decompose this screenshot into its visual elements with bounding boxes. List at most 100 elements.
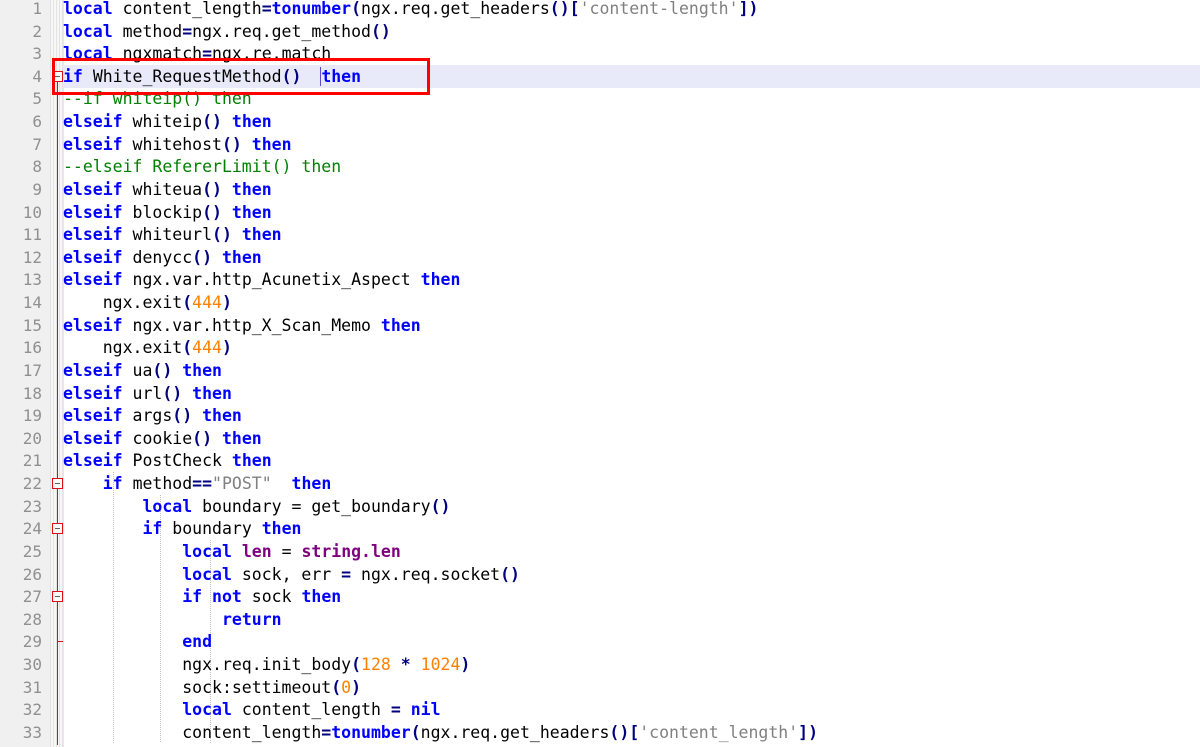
code-text[interactable]: elseif whiteua() then xyxy=(63,178,272,201)
token-op: == xyxy=(192,474,212,493)
line-number: 22 xyxy=(0,472,42,495)
code-line[interactable]: 31 sock:settimeout(0) xyxy=(0,676,1200,699)
code-line[interactable]: 3 local ngxmatch=ngx.re.match xyxy=(0,42,1200,65)
token-kw: local xyxy=(63,0,113,18)
token-id: ngx.exit xyxy=(63,293,182,312)
code-line[interactable]: 10 elseif blockip() then xyxy=(0,201,1200,224)
code-text[interactable]: elseif url() then xyxy=(63,382,232,405)
code-text[interactable]: elseif ngx.var.http_X_Scan_Memo then xyxy=(63,314,421,337)
code-text[interactable]: elseif whitehost() then xyxy=(63,133,292,156)
code-line[interactable]: 13elseif ngx.var.http_Acunetix_Aspect th… xyxy=(0,268,1200,291)
code-text[interactable]: local sock, err = ngx.req.socket() xyxy=(63,563,520,586)
code-line[interactable]: 4 if White_RequestMethod() then xyxy=(0,65,1200,88)
fold-collapse-button[interactable] xyxy=(52,478,63,489)
code-line[interactable]: 16 ngx.exit(444) xyxy=(0,336,1200,359)
code-line[interactable]: 7elseif whitehost() then xyxy=(0,133,1200,156)
line-number: 4 xyxy=(0,65,42,88)
line-number: 6 xyxy=(0,110,42,133)
code-line[interactable]: 19 elseif args() then xyxy=(0,404,1200,427)
code-line[interactable]: 22 if method=="POST" then xyxy=(0,472,1200,495)
code-line[interactable]: 25 local len = string.len xyxy=(0,540,1200,563)
code-text[interactable]: if White_RequestMethod() then xyxy=(63,65,361,88)
code-text[interactable]: elseif whiteip() then xyxy=(63,110,272,133)
line-number: 20 xyxy=(0,427,42,450)
code-text[interactable]: if not sock then xyxy=(63,585,341,608)
code-line[interactable]: 21elseif PostCheck then xyxy=(0,449,1200,472)
code-text[interactable]: --if whiteip() then xyxy=(63,87,252,110)
code-line[interactable]: 6 elseif whiteip() then xyxy=(0,110,1200,133)
code-line[interactable]: 2local method=ngx.req.get_method() xyxy=(0,20,1200,43)
code-text[interactable]: if method=="POST" then xyxy=(63,472,331,495)
code-text[interactable]: elseif ngx.var.http_Acunetix_Aspect then xyxy=(63,268,460,291)
token-id: url xyxy=(133,384,163,403)
token-id xyxy=(113,44,123,63)
code-line[interactable]: 33 content_length=tonumber(ngx.req.get_h… xyxy=(0,721,1200,744)
code-text[interactable]: if boundary then xyxy=(63,517,301,540)
code-line[interactable]: 29 end xyxy=(0,630,1200,653)
token-lib: len xyxy=(242,542,272,561)
code-line[interactable]: 12 elseif denycc() then xyxy=(0,246,1200,269)
code-line[interactable]: 32 local content_length = nil xyxy=(0,698,1200,721)
code-line[interactable]: 20 elseif cookie() then xyxy=(0,427,1200,450)
code-line[interactable]: 23 local boundary = get_boundary() xyxy=(0,495,1200,518)
code-line[interactable]: 26 local sock, err = ngx.req.socket() xyxy=(0,563,1200,586)
code-line[interactable]: 30 ngx.req.init_body(128 * 1024) xyxy=(0,653,1200,676)
code-text[interactable]: ngx.req.init_body(128 * 1024) xyxy=(63,653,470,676)
line-number: 19 xyxy=(0,404,42,427)
code-text[interactable]: elseif ua() then xyxy=(63,359,222,382)
code-text[interactable]: ngx.exit(444) xyxy=(63,291,232,314)
fold-collapse-button[interactable] xyxy=(52,591,63,602)
token-op: ( xyxy=(411,723,421,742)
code-line[interactable]: 11elseif whiteurl() then xyxy=(0,223,1200,246)
code-line[interactable]: 1local content_length=tonumber(ngx.req.g… xyxy=(0,0,1200,20)
line-number: 12 xyxy=(0,246,42,269)
code-line[interactable]: 28 return xyxy=(0,608,1200,631)
code-text[interactable]: elseif blockip() then xyxy=(63,201,272,224)
code-text[interactable]: content_length=tonumber(ngx.req.get_head… xyxy=(63,721,818,744)
code-text[interactable]: local method=ngx.req.get_method() xyxy=(63,20,391,43)
code-text[interactable]: local boundary = get_boundary() xyxy=(63,495,450,518)
code-text[interactable]: --elseif RefererLimit() then xyxy=(63,155,341,178)
code-text[interactable]: end xyxy=(63,630,212,653)
code-text[interactable]: elseif denycc() then xyxy=(63,246,262,269)
code-line[interactable]: 24 if boundary then xyxy=(0,517,1200,540)
code-line[interactable]: 9elseif whiteua() then xyxy=(0,178,1200,201)
line-number: 3 xyxy=(0,42,42,65)
token-kw: then xyxy=(232,112,272,131)
code-line[interactable]: 17elseif ua() then xyxy=(0,359,1200,382)
token-id xyxy=(123,451,133,470)
code-text[interactable]: elseif PostCheck then xyxy=(63,449,272,472)
line-number: 10 xyxy=(0,201,42,224)
code-text[interactable]: ngx.exit(444) xyxy=(63,336,232,359)
token-op: ) xyxy=(460,655,470,674)
line-number: 32 xyxy=(0,698,42,721)
fold-collapse-button[interactable] xyxy=(52,71,63,82)
token-id: whitehost xyxy=(133,135,222,154)
token-id: denycc xyxy=(133,248,193,267)
code-text[interactable]: sock:settimeout(0) xyxy=(63,676,361,699)
code-line[interactable]: 8--elseif RefererLimit() then xyxy=(0,155,1200,178)
code-line[interactable]: 15elseif ngx.var.http_X_Scan_Memo then xyxy=(0,314,1200,337)
code-text[interactable]: local ngxmatch=ngx.re.match xyxy=(63,42,331,65)
code-line[interactable]: 27 if not sock then xyxy=(0,585,1200,608)
token-kw: local xyxy=(182,565,232,584)
code-line[interactable]: 18elseif url() then xyxy=(0,382,1200,405)
code-text[interactable]: elseif args() then xyxy=(63,404,242,427)
code-text[interactable]: return xyxy=(63,608,282,631)
token-op: = xyxy=(262,0,272,18)
code-text[interactable]: local content_length = nil xyxy=(63,698,441,721)
code-line[interactable]: 5--if whiteip() then xyxy=(0,87,1200,110)
line-number: 27 xyxy=(0,585,42,608)
token-cmt: --if whiteip() then xyxy=(63,89,252,108)
token-kw: local xyxy=(142,497,192,516)
token-lib: string.len xyxy=(301,542,400,561)
fold-collapse-button[interactable] xyxy=(52,523,63,534)
token-id: content_length xyxy=(63,723,321,742)
code-text[interactable]: local content_length=tonumber(ngx.req.ge… xyxy=(63,0,758,20)
code-text[interactable]: elseif cookie() then xyxy=(63,427,262,450)
token-kw: then xyxy=(252,135,292,154)
code-text[interactable]: local len = string.len xyxy=(63,540,401,563)
code-line[interactable]: 14 ngx.exit(444) xyxy=(0,291,1200,314)
code-text[interactable]: elseif whiteurl() then xyxy=(63,223,282,246)
code-editor[interactable]: 1local content_length=tonumber(ngx.req.g… xyxy=(0,0,1200,747)
